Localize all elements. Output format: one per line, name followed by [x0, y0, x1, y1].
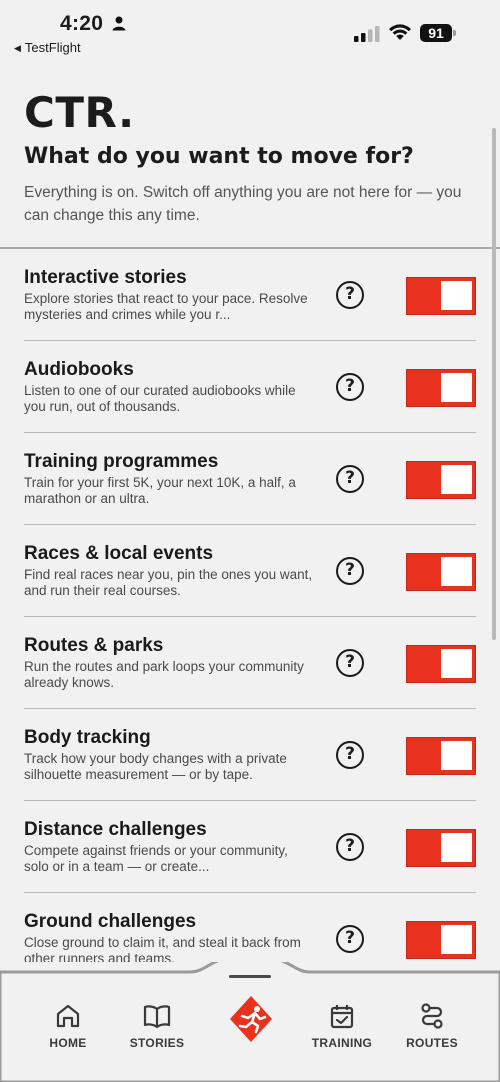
- feature-list: Interactive stories Explore stories that…: [0, 249, 500, 985]
- feature-title: Distance challenges: [24, 819, 207, 840]
- feature-toggle[interactable]: [406, 461, 476, 499]
- feature-toggle[interactable]: [406, 921, 476, 959]
- battery-nub: [453, 30, 456, 36]
- cellular-signal-icon: [354, 26, 380, 42]
- home-icon: [56, 1004, 80, 1028]
- nav-home[interactable]: HOME: [28, 1002, 108, 1050]
- feature-title: Ground challenges: [24, 911, 197, 932]
- feature-toggle[interactable]: [406, 645, 476, 683]
- scrollbar[interactable]: [492, 128, 496, 640]
- feature-description: Compete against friends or your communit…: [24, 843, 288, 874]
- feature-row-body-tracking: Body tracking Track how your body change…: [24, 709, 476, 801]
- back-app-label: TestFlight: [24, 40, 81, 55]
- nav-stories[interactable]: STORIES: [117, 1002, 197, 1050]
- page-title: What do you want to move for?: [24, 144, 414, 169]
- feature-description: Train for your first 5K, your next 10K, …: [24, 475, 296, 506]
- toggle-knob: [441, 465, 472, 494]
- nav-routes-label: ROUTES: [406, 1036, 458, 1050]
- feature-row-distance-challenges: Distance challenges Compete against frie…: [24, 801, 476, 893]
- battery-indicator: 91: [420, 24, 452, 42]
- nav-routes[interactable]: ROUTES: [392, 1002, 472, 1050]
- feature-title: Routes & parks: [24, 635, 164, 656]
- feature-toggle[interactable]: [406, 737, 476, 775]
- nav-training[interactable]: TRAINING: [302, 1002, 382, 1050]
- page-subtitle: Everything is on. Switch off anything yo…: [24, 184, 462, 224]
- help-icon[interactable]: ?: [336, 833, 364, 861]
- feature-row-interactive-stories: Interactive stories Explore stories that…: [24, 249, 476, 341]
- toggle-knob: [441, 833, 472, 862]
- nav-home-label: HOME: [49, 1036, 87, 1050]
- back-to-app-link[interactable]: ◀ TestFlight: [14, 40, 81, 55]
- help-icon[interactable]: ?: [336, 741, 364, 769]
- feature-description: Track how your body changes with a priva…: [24, 751, 287, 782]
- feature-title: Audiobooks: [24, 359, 134, 380]
- feature-title: Training programmes: [24, 451, 219, 472]
- calendar-check-icon: [330, 1005, 354, 1029]
- wifi-icon: [389, 24, 411, 40]
- feature-row-training-programmes: Training programmes Train for your first…: [24, 433, 476, 525]
- runner-icon[interactable]: [228, 994, 274, 1044]
- bottom-nav: HOME STORIES TRAINING ROUTES: [0, 962, 500, 1082]
- route-icon: [421, 1003, 443, 1029]
- toggle-knob: [441, 925, 472, 954]
- person-icon: [112, 16, 126, 31]
- feature-row-routes-parks: Routes & parks Run the routes and park l…: [24, 617, 476, 709]
- feature-row-races-local-events: Races & local events Find real races nea…: [24, 525, 476, 617]
- help-icon[interactable]: ?: [336, 373, 364, 401]
- toggle-knob: [441, 281, 472, 310]
- feature-description: Run the routes and park loops your commu…: [24, 659, 304, 690]
- feature-toggle[interactable]: [406, 553, 476, 591]
- feature-title: Body tracking: [24, 727, 151, 748]
- status-time: 4:20: [60, 12, 104, 35]
- status-bar: 4:20 ◀ TestFlight 91: [0, 0, 500, 62]
- help-icon[interactable]: ?: [336, 281, 364, 309]
- help-icon[interactable]: ?: [336, 925, 364, 953]
- feature-toggle[interactable]: [406, 277, 476, 315]
- feature-title: Races & local events: [24, 543, 214, 564]
- nav-training-label: TRAINING: [311, 1036, 373, 1050]
- feature-description: Find real races near you, pin the ones y…: [24, 567, 313, 598]
- back-triangle-icon: ◀: [14, 43, 21, 53]
- book-icon: [143, 1005, 171, 1029]
- help-icon[interactable]: ?: [336, 557, 364, 585]
- help-icon[interactable]: ?: [336, 649, 364, 677]
- feature-description: Listen to one of our curated audiobooks …: [24, 383, 296, 414]
- toggle-knob: [441, 557, 472, 586]
- feature-toggle[interactable]: [406, 829, 476, 867]
- feature-toggle[interactable]: [406, 369, 476, 407]
- toggle-knob: [441, 649, 472, 678]
- nav-stories-label: STORIES: [129, 1036, 185, 1050]
- feature-description: Explore stories that react to your pace.…: [24, 291, 308, 322]
- sheet-grabber[interactable]: [229, 975, 271, 978]
- feature-row-audiobooks: Audiobooks Listen to one of our curated …: [24, 341, 476, 433]
- toggle-knob: [441, 373, 472, 402]
- feature-title: Interactive stories: [24, 267, 187, 288]
- help-icon[interactable]: ?: [336, 465, 364, 493]
- brand-logo: CTR.: [24, 88, 135, 137]
- toggle-knob: [441, 741, 472, 770]
